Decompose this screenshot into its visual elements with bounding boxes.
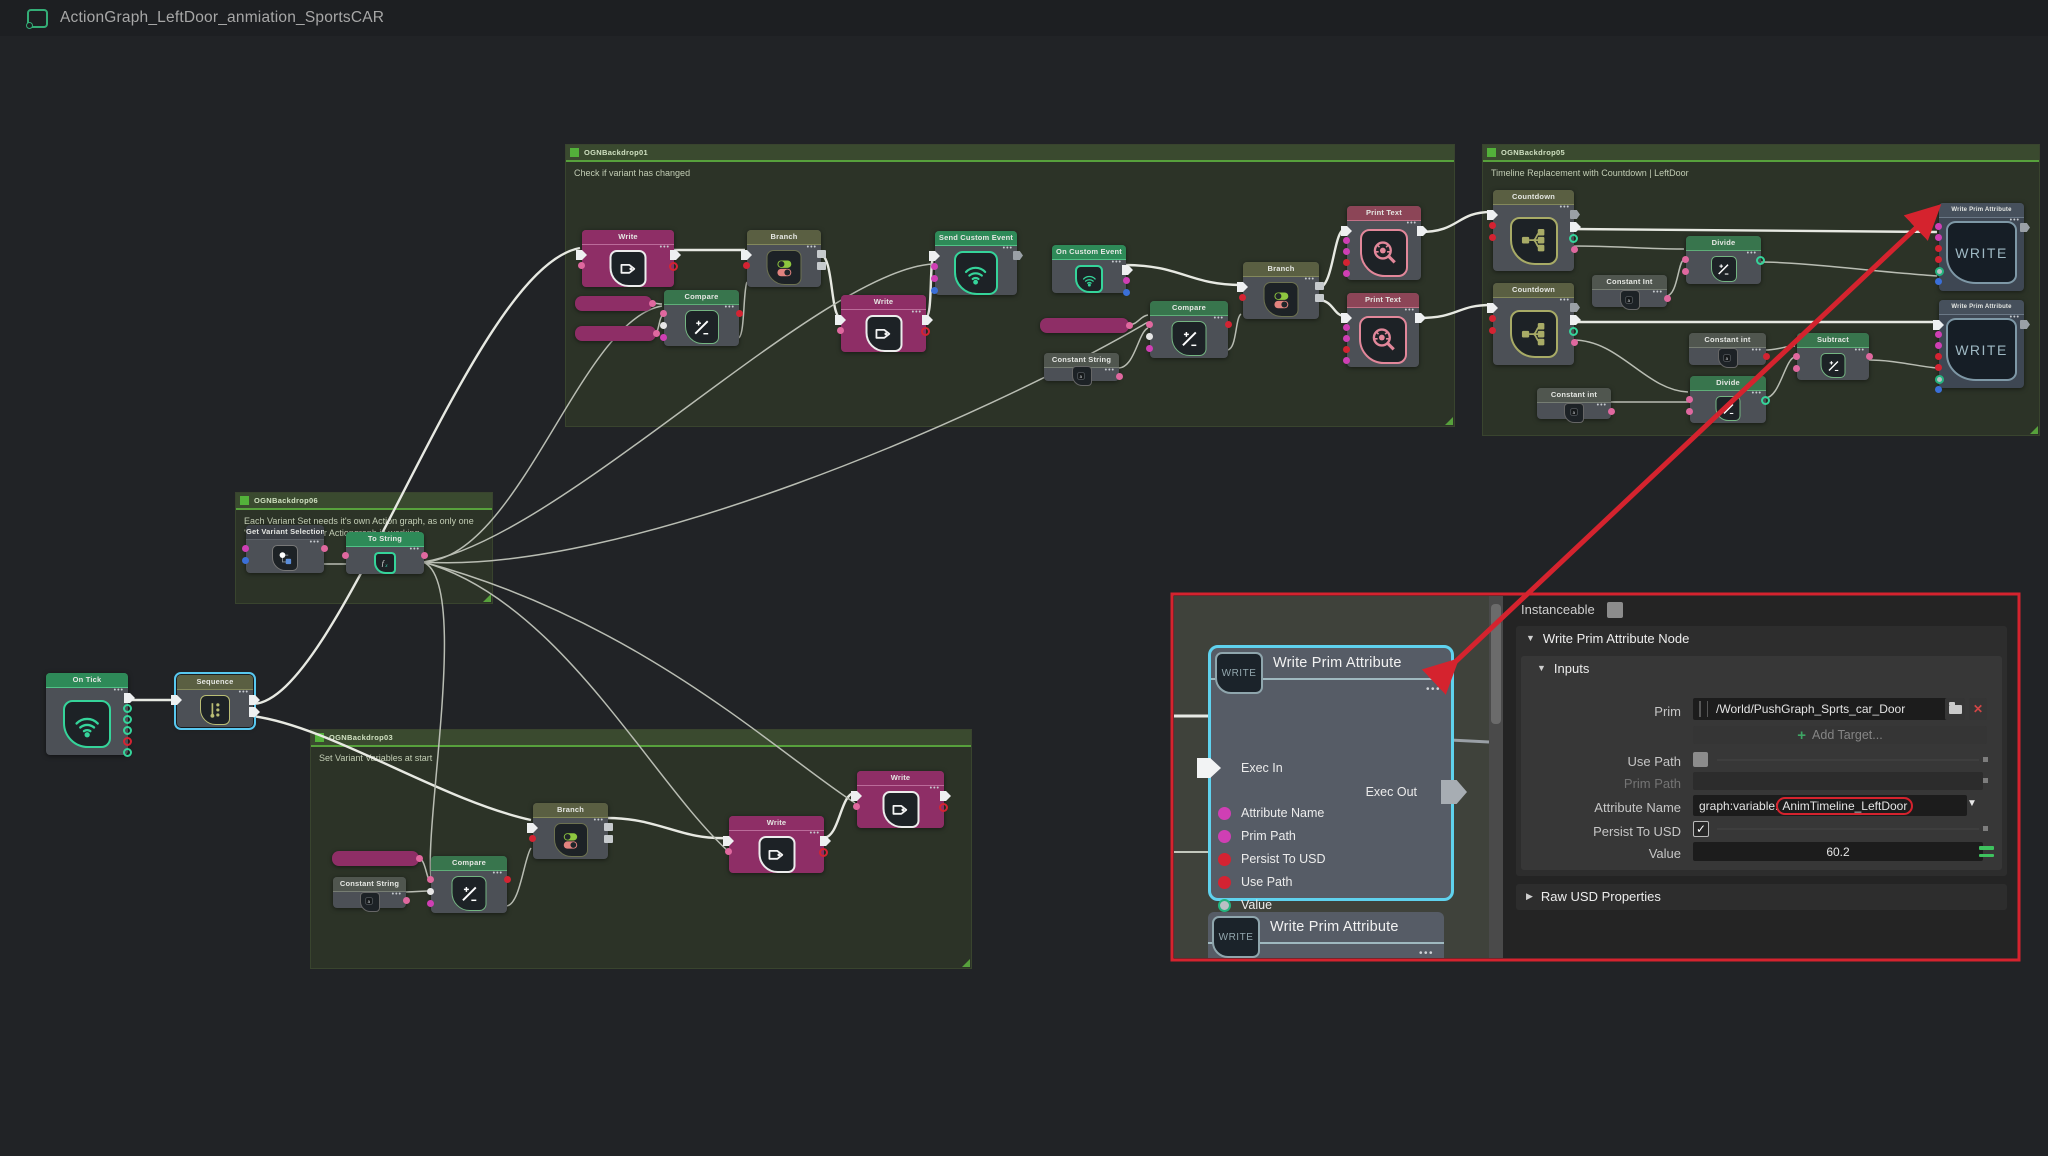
annotation-arrow [1452, 211, 1934, 665]
graph-canvas[interactable]: ActionGraph_LeftDoor_anmiation_SportsCAR… [0, 0, 2048, 1156]
highlight-rectangle [1172, 594, 2019, 960]
annotation-layer [0, 0, 2048, 1156]
